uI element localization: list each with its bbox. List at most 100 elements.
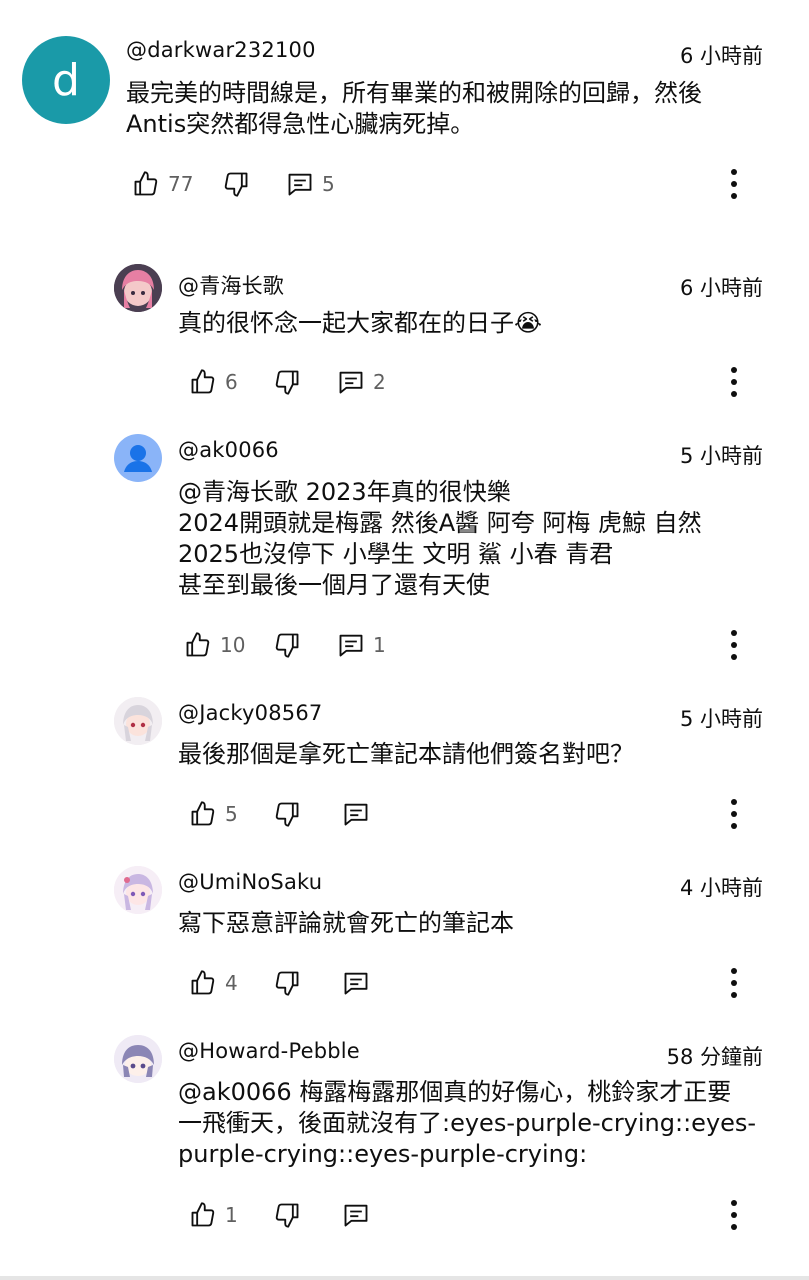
thumbs-up-icon [191,369,215,394]
avatar[interactable] [114,434,162,482]
comment-timestamp: 6 小時前 [679,44,763,68]
comment-actions: 10 1 [0,625,809,665]
comment-actions: 5 [0,794,809,834]
comment-line: 一飛衝天，後面就沒有了:eyes-purple-crying::eyes- [178,1109,757,1137]
comment-text: 寫下惡意評論就會死亡的筆記本 [178,908,514,939]
comment-timestamp: 5 小時前 [679,707,763,731]
comment-author[interactable]: @青海长歌 [178,270,284,300]
reply-button[interactable]: 5 [286,164,335,204]
like-count: 1 [225,1203,238,1227]
like-button[interactable]: 10 [184,625,245,665]
reply-count: 2 [373,370,386,394]
avatar[interactable]: d [22,36,110,124]
thumbs-down-icon [224,172,248,197]
reply-button[interactable]: 2 [337,362,386,402]
like-count: 4 [225,971,238,995]
comment-line: 最完美的時間線是，所有畢業的和被開除的回歸，然後 [126,79,702,107]
dot [731,379,737,385]
anime-avatar-image [114,697,162,745]
dot [731,169,737,175]
avatar[interactable] [114,264,162,312]
thumbs-down-icon [275,971,299,996]
avatar[interactable] [114,866,162,914]
dot [731,980,737,986]
comment-icon [344,972,368,995]
dislike-button[interactable] [273,625,301,665]
comment-author[interactable]: @Howard-Pebble [178,1039,360,1063]
dislike-button[interactable] [273,1195,301,1235]
comment-actions: 1 [0,1195,809,1235]
more-options-button[interactable] [719,965,749,1001]
reply-button[interactable] [342,963,370,1003]
comment-icon [339,634,363,657]
comment-text: 最完美的時間線是，所有畢業的和被開除的回歸，然後 Antis突然都得急性心臟病死… [126,78,702,140]
dislike-button[interactable] [222,164,250,204]
bottom-divider [0,1276,809,1280]
comment-line: purple-crying::eyes-purple-crying: [178,1140,588,1168]
anime-avatar-image [114,866,162,914]
more-options-button[interactable] [719,627,749,663]
comment-timestamp: 5 小時前 [679,444,763,468]
like-button[interactable]: 1 [189,1195,238,1235]
comment-icon [344,803,368,826]
dislike-button[interactable] [273,963,301,1003]
comment-icon [288,173,312,196]
comment-author[interactable]: @UmiNoSaku [178,870,322,894]
thumbs-down-icon [275,370,299,395]
dislike-button[interactable] [273,794,301,834]
like-button[interactable]: 5 [189,794,238,834]
like-button[interactable]: 6 [189,362,238,402]
comment-timestamp: 58 分鐘前 [666,1045,763,1069]
reply-count: 5 [322,172,335,196]
reply-button[interactable] [342,1195,370,1235]
comment-icon [344,1204,368,1227]
comment-icon [339,371,363,394]
comment-line: @ak0066 梅露梅露那個真的好傷心，桃鈴家才正要 [178,1078,732,1106]
avatar[interactable] [114,697,162,745]
default-person-icon [124,445,152,472]
reply-button[interactable] [342,794,370,834]
dot [731,799,737,805]
comment-text: 真的很怀念一起大家都在的日子😭 [178,308,542,339]
dot [731,654,737,660]
comment-line: 寫下惡意評論就會死亡的筆記本 [178,909,514,937]
thumbs-up-icon [186,632,210,657]
thumbs-down-icon [275,1203,299,1228]
comment-author[interactable]: @Jacky08567 [178,701,322,725]
dot [731,642,737,648]
anime-avatar-image [114,264,162,312]
dot [731,823,737,829]
thumbs-down-icon [275,802,299,827]
dislike-button[interactable] [273,362,301,402]
dot [731,193,737,199]
like-count: 5 [225,802,238,826]
dot [731,391,737,397]
comment-line: Antis突然都得急性心臟病死掉。 [126,110,475,138]
comment-timestamp: 4 小時前 [679,876,763,900]
thumbs-up-icon [191,801,215,826]
more-options-button[interactable] [719,1197,749,1233]
comment-text: @青海长歌 2023年真的很快樂 2024開頭就是梅露 然後A醬 阿夸 阿梅 虎… [178,477,702,601]
comment-line: @青海长歌 2023年真的很快樂 [178,478,511,506]
like-count: 77 [168,172,194,196]
like-button[interactable]: 4 [189,963,238,1003]
comment-line: 真的很怀念一起大家都在的日子😭 [178,309,543,337]
thumbs-up-icon [191,1202,215,1227]
more-options-button[interactable] [719,796,749,832]
comment-author[interactable]: @ak0066 [178,438,279,462]
anime-avatar-image [114,1035,162,1083]
like-count: 10 [220,633,246,657]
reply-button[interactable]: 1 [337,625,386,665]
comment-author[interactable]: @darkwar232100 [126,38,316,62]
comment-actions: 77 5 [0,164,809,204]
avatar[interactable] [114,1035,162,1083]
dot [731,992,737,998]
comment-line: 最後那個是拿死亡筆記本請他們簽名對吧？ [178,740,634,768]
like-button[interactable]: 77 [132,164,193,204]
comment-timestamp: 6 小時前 [679,276,763,300]
comment-text: 最後那個是拿死亡筆記本請他們簽名對吧？ [178,739,634,770]
more-options-button[interactable] [719,166,749,202]
dot [731,811,737,817]
comment-actions: 6 2 [0,362,809,402]
more-options-button[interactable] [719,364,749,400]
